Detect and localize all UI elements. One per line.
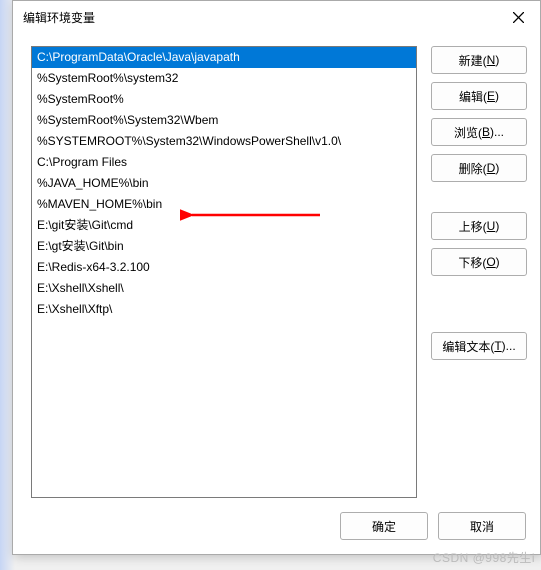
- list-item[interactable]: %MAVEN_HOME%\bin: [32, 194, 416, 215]
- dialog-footer: 确定 取消: [13, 498, 540, 554]
- list-item[interactable]: E:\Xshell\Xftp\: [32, 299, 416, 320]
- list-item[interactable]: E:\git安装\Git\cmd: [32, 215, 416, 236]
- browse-button[interactable]: 浏览(B)...: [431, 118, 527, 146]
- list-item[interactable]: E:\gt安装\Git\bin: [32, 236, 416, 257]
- list-item[interactable]: E:\Xshell\Xshell\: [32, 278, 416, 299]
- edit-text-button[interactable]: 编辑文本(T)...: [431, 332, 527, 360]
- list-item[interactable]: C:\ProgramData\Oracle\Java\javapath: [32, 47, 416, 68]
- dialog-title: 编辑环境变量: [23, 9, 95, 26]
- new-button[interactable]: 新建(N): [431, 46, 527, 74]
- edit-button[interactable]: 编辑(E): [431, 82, 527, 110]
- titlebar: 编辑环境变量: [13, 1, 540, 34]
- move-up-button[interactable]: 上移(U): [431, 212, 527, 240]
- watermark: CSDN @998先生i: [433, 549, 535, 566]
- close-button[interactable]: [508, 8, 528, 28]
- delete-button[interactable]: 删除(D): [431, 154, 527, 182]
- list-item[interactable]: E:\Redis-x64-3.2.100: [32, 257, 416, 278]
- edit-env-var-dialog: 编辑环境变量 C:\ProgramData\Oracle\Java\javapa…: [12, 0, 541, 555]
- list-item[interactable]: %SYSTEMROOT%\System32\WindowsPowerShell\…: [32, 131, 416, 152]
- close-icon: [513, 12, 524, 23]
- path-listbox[interactable]: C:\ProgramData\Oracle\Java\javapath %Sys…: [31, 46, 417, 498]
- ok-button[interactable]: 确定: [340, 512, 428, 540]
- move-down-button[interactable]: 下移(O): [431, 248, 527, 276]
- list-item[interactable]: C:\Program Files: [32, 152, 416, 173]
- list-item[interactable]: %SystemRoot%\system32: [32, 68, 416, 89]
- cancel-button[interactable]: 取消: [438, 512, 526, 540]
- list-item[interactable]: %SystemRoot%\System32\Wbem: [32, 110, 416, 131]
- side-button-panel: 新建(N) 编辑(E) 浏览(B)... 删除(D) 上移(U) 下移(O) 编…: [431, 46, 527, 498]
- list-item[interactable]: %SystemRoot%: [32, 89, 416, 110]
- list-item[interactable]: %JAVA_HOME%\bin: [32, 173, 416, 194]
